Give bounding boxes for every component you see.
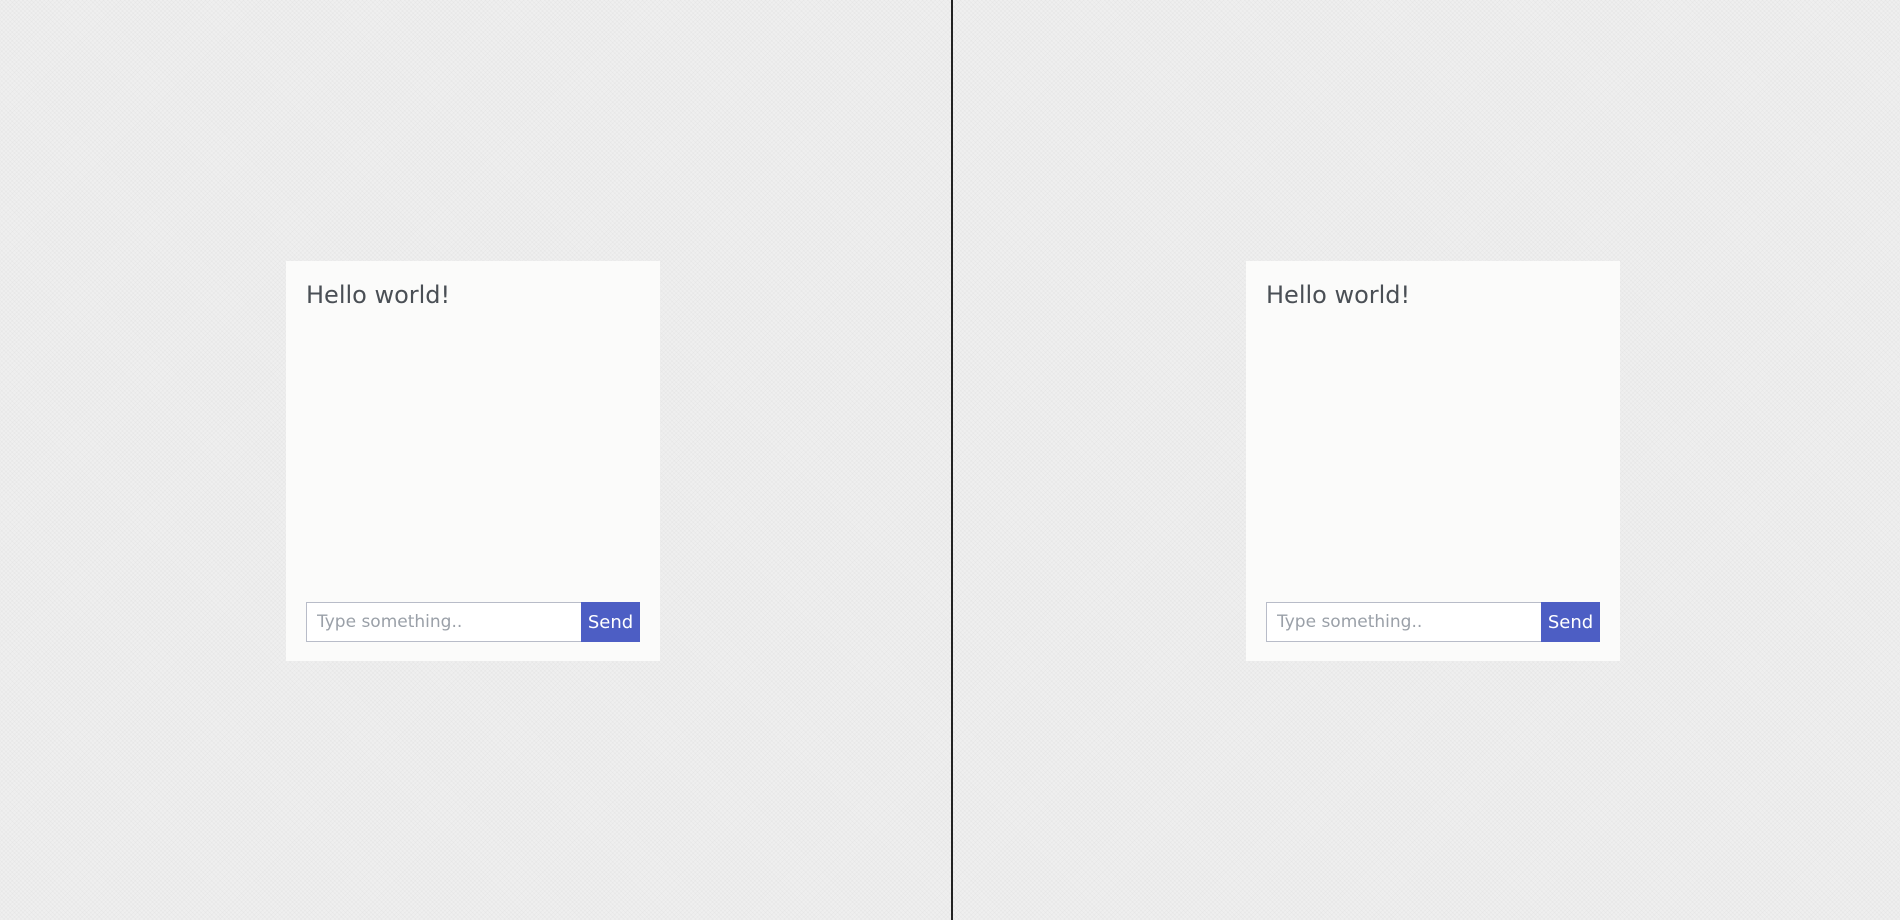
chat-card: Hello world! Send (1246, 261, 1620, 661)
send-button[interactable]: Send (1541, 602, 1600, 642)
message-input[interactable] (306, 602, 581, 642)
chat-card: Hello world! Send (286, 261, 660, 661)
message-input[interactable] (1266, 602, 1541, 642)
send-button[interactable]: Send (581, 602, 640, 642)
chat-form: Send (306, 602, 640, 642)
chat-form: Send (1266, 602, 1600, 642)
right-pane: Hello world! Send (953, 0, 1900, 920)
left-pane: Hello world! Send (0, 0, 951, 920)
chat-message: Hello world! (306, 281, 451, 309)
chat-message: Hello world! (1266, 281, 1411, 309)
